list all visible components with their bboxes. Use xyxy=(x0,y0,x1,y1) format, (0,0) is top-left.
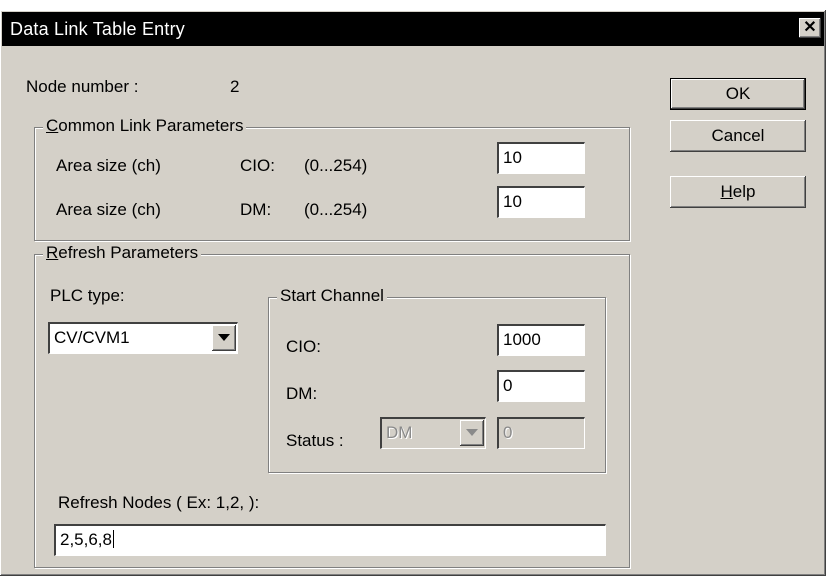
start-cio-input[interactable]: 1000 xyxy=(497,324,585,356)
status-value-input: 0 xyxy=(497,417,585,449)
refresh-nodes-value: 2,5,6,8 xyxy=(60,530,112,549)
help-label-rest: elp xyxy=(732,182,756,201)
ok-button[interactable]: OK xyxy=(670,78,806,110)
common-link-mnemonic: C xyxy=(46,116,59,135)
status-type-dropdown-button xyxy=(460,420,484,446)
start-channel-title: Start Channel xyxy=(277,286,387,306)
refresh-nodes-input[interactable]: 2,5,6,8 xyxy=(54,524,606,556)
area-size-cio-area: CIO: xyxy=(240,156,275,175)
chevron-down-icon xyxy=(218,334,230,341)
status-type-value: DM xyxy=(386,423,413,442)
plc-type-select[interactable]: CV/CVM1 xyxy=(48,322,238,354)
plc-type-label: PLC type: xyxy=(50,286,125,305)
status-type-select: DM xyxy=(380,417,486,449)
close-icon: ✕ xyxy=(803,19,817,36)
area-size-cio-label: Area size (ch) xyxy=(56,156,161,175)
help-button[interactable]: Help xyxy=(670,176,806,208)
close-button[interactable]: ✕ xyxy=(799,18,821,38)
help-mnemonic: H xyxy=(720,182,733,201)
area-size-cio-range: (0...254) xyxy=(304,156,368,175)
dialog-window: Data Link Table Entry ✕ Node number : 2 … xyxy=(0,10,826,576)
start-dm-input[interactable]: 0 xyxy=(497,370,585,402)
cancel-button[interactable]: Cancel xyxy=(670,120,806,152)
start-dm-label: DM: xyxy=(286,384,318,403)
chevron-down-icon xyxy=(466,429,478,436)
area-size-dm-range: (0...254) xyxy=(304,200,368,219)
area-size-cio-input[interactable]: 10 xyxy=(497,142,585,174)
start-cio-label: CIO: xyxy=(286,337,321,356)
area-size-dm-label: Area size (ch) xyxy=(56,200,161,219)
plc-type-value: CV/CVM1 xyxy=(54,328,130,347)
refresh-nodes-label: Refresh Nodes ( Ex: 1,2, ): xyxy=(58,493,260,512)
refresh-mnemonic: R xyxy=(46,243,59,262)
status-value: 0 xyxy=(503,423,513,442)
area-size-dm-area: DM: xyxy=(240,200,272,219)
status-label: Status : xyxy=(286,431,344,450)
node-number-value: 2 xyxy=(230,77,240,96)
common-link-title-rest: ommon Link Parameters xyxy=(58,116,244,135)
text-cursor xyxy=(113,530,114,548)
plc-type-dropdown-button[interactable] xyxy=(212,325,236,351)
refresh-parameters-group-title: Refresh Parameters xyxy=(43,243,202,263)
area-size-dm-input[interactable]: 10 xyxy=(497,186,585,218)
title-bar[interactable]: Data Link Table Entry ✕ xyxy=(2,12,824,46)
common-link-group-title: Common Link Parameters xyxy=(43,116,247,136)
node-number-label: Node number : xyxy=(26,77,139,96)
refresh-title-rest: efresh Parameters xyxy=(58,243,199,262)
window-title: Data Link Table Entry xyxy=(10,19,185,39)
